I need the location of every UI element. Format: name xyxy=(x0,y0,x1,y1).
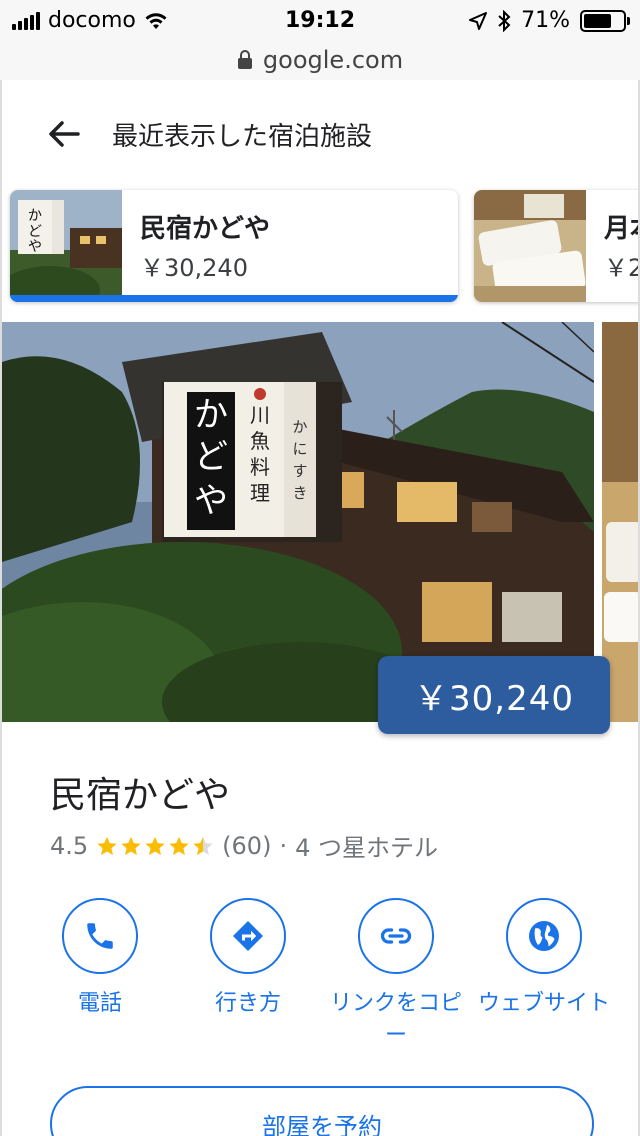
header: 最近表示した宿泊施設 xyxy=(2,80,638,186)
call-button-circle xyxy=(62,898,138,974)
star-icon xyxy=(169,836,189,855)
svg-text:か: か xyxy=(292,418,307,436)
page-title: 最近表示した宿泊施設 xyxy=(112,122,373,152)
svg-text:に: に xyxy=(292,440,307,458)
copy-link-button-circle xyxy=(358,898,434,974)
hotel-thumbnail xyxy=(474,190,586,302)
star-icon xyxy=(121,836,141,855)
battery-icon xyxy=(580,9,630,32)
svg-text:す: す xyxy=(292,462,307,480)
directions-button-circle xyxy=(210,898,286,974)
svg-text:川: 川 xyxy=(250,403,270,427)
website-label: ウェブサイト xyxy=(477,991,610,1016)
page-content: 最近表示した宿泊施設 か ど や 民宿かどや ￥30,240 月 ￥2 か ど … xyxy=(0,80,640,1136)
copy-link-button[interactable]: リンクをコピー xyxy=(322,898,470,1052)
svg-text:料: 料 xyxy=(250,455,270,479)
status-bar: docomo 19:12 71% xyxy=(0,0,640,40)
recent-hotel-price: ￥30,240 xyxy=(140,254,248,282)
star-icon xyxy=(97,836,117,855)
website-button-circle xyxy=(506,898,582,974)
rating-stars xyxy=(96,835,214,857)
star-icon xyxy=(145,836,165,855)
svg-text:ど: ど xyxy=(28,224,42,240)
hotel-thumbnail: か ど や xyxy=(10,190,122,302)
svg-text:ど: ど xyxy=(194,437,228,477)
directions-icon xyxy=(233,921,263,951)
battery-percent: 71% xyxy=(521,8,570,33)
recent-hotel-name: 月本 xyxy=(604,214,638,244)
book-room-button[interactable]: 部屋を予約 xyxy=(50,1086,594,1136)
rating-value: 4.5 xyxy=(50,831,89,860)
svg-text:や: や xyxy=(28,239,42,255)
recent-hotel-price: ￥2 xyxy=(604,254,640,282)
sign-text: か xyxy=(194,395,228,435)
globe-icon xyxy=(529,921,559,951)
call-button[interactable]: 電話 xyxy=(26,898,174,1020)
back-arrow-icon[interactable] xyxy=(42,112,86,156)
half-star-icon xyxy=(193,836,213,855)
link-icon xyxy=(380,928,412,944)
directions-label: 行き方 xyxy=(214,991,281,1016)
recent-hotel-name: 民宿かどや xyxy=(140,214,271,244)
svg-text:か: か xyxy=(28,208,42,224)
svg-text:魚: 魚 xyxy=(250,429,270,453)
phone-icon xyxy=(87,923,113,949)
separator: · xyxy=(279,831,288,860)
copy-link-label: リンクをコピー xyxy=(329,991,462,1048)
selected-indicator xyxy=(10,295,458,302)
svg-text:き: き xyxy=(292,484,307,502)
location-icon xyxy=(469,11,488,30)
hotel-name: 民宿かどや xyxy=(50,775,231,816)
lock-icon xyxy=(237,50,252,69)
recent-hotel-card[interactable]: か ど や 民宿かどや ￥30,240 xyxy=(10,190,458,302)
action-buttons: 電話 行き方 リンクをコピー ウェブサイト xyxy=(26,898,626,1048)
svg-text:理: 理 xyxy=(250,481,270,505)
hotel-category: 4 つ星ホテル xyxy=(295,834,438,862)
call-label: 電話 xyxy=(77,991,122,1016)
url-bar[interactable]: google.com xyxy=(0,40,640,80)
url-domain: google.com xyxy=(262,46,404,74)
recent-hotel-card[interactable]: 月本 ￥2 xyxy=(474,190,640,302)
bluetooth-icon xyxy=(498,9,511,32)
rating-row[interactable]: 4.5 (60) · 4 つ星ホテル xyxy=(50,828,438,863)
price-badge[interactable]: ￥30,240 xyxy=(378,656,610,734)
review-count[interactable]: (60) xyxy=(222,832,271,860)
svg-text:や: や xyxy=(194,481,228,521)
website-button[interactable]: ウェブサイト xyxy=(470,898,618,1020)
directions-button[interactable]: 行き方 xyxy=(174,898,322,1020)
